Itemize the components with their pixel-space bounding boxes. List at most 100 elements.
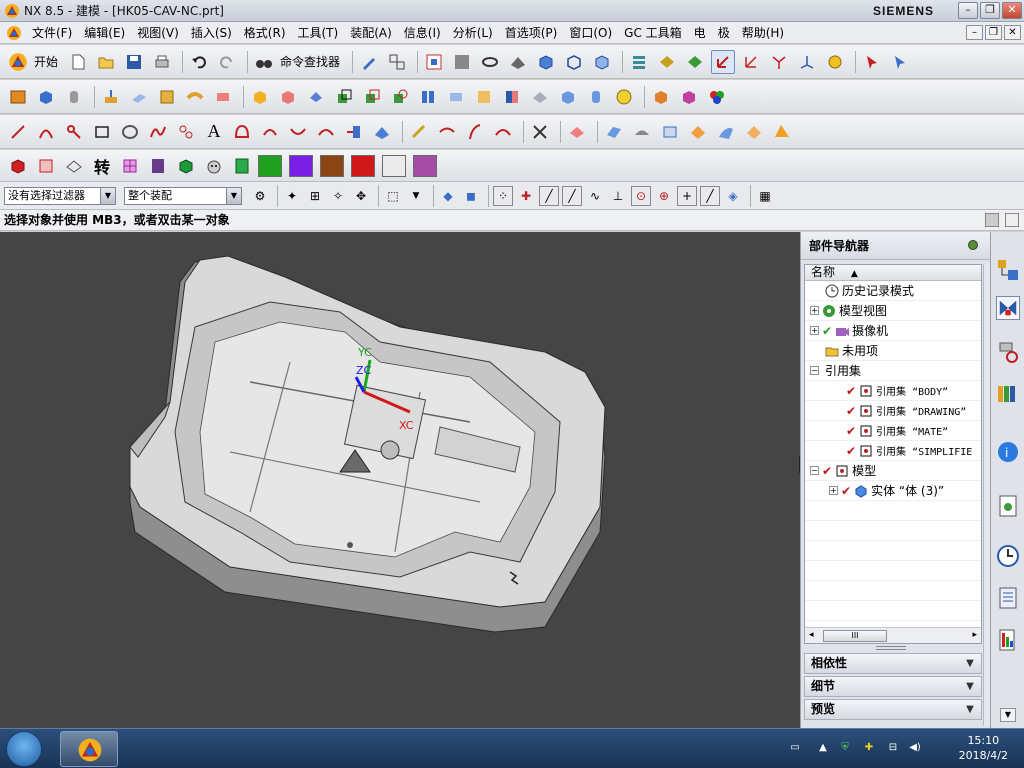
chevron-down-icon[interactable]: ▼ [963,680,977,693]
doc-close-button[interactable]: ✕ [1004,25,1021,40]
text-icon[interactable]: A [202,120,226,144]
select-intent-icon[interactable]: ⊞ [305,186,325,206]
ruled-icon[interactable] [630,120,654,144]
show-hide-icon[interactable] [62,154,86,178]
select-dropdown-icon[interactable]: ▼ [406,186,426,206]
fit-view-icon[interactable] [422,50,446,74]
convert-icon[interactable]: 转 [90,154,114,178]
feature-select-icon[interactable]: ✦ [282,186,302,206]
draft-icon[interactable] [304,85,328,109]
roles-icon[interactable] [996,628,1020,652]
block-icon[interactable] [34,85,58,109]
book-icon[interactable] [6,85,30,109]
shell-icon[interactable] [276,85,300,109]
associative-curve-icon[interactable] [407,120,431,144]
snap-center-icon[interactable]: ⊙ [631,185,651,206]
dependencies-panel[interactable]: 相依性 ▼ [804,653,982,674]
taskbar-nx-app[interactable] [60,731,118,767]
intersect-icon[interactable] [388,85,412,109]
menu-electrode[interactable]: 电 [688,24,712,41]
color-swatch-purple[interactable] [289,154,313,177]
process-studio-icon[interactable] [996,586,1020,610]
pencil-edit-icon[interactable] [357,50,381,74]
bounded-plane-icon[interactable] [658,120,682,144]
menu-help[interactable]: 帮助(H) [736,24,790,41]
horizontal-scrollbar[interactable]: ◂ III ▸ [805,627,981,643]
save-icon[interactable] [122,50,146,74]
tree-row-solid-body[interactable]: + ✔ 实体 “体 (3)” [805,481,981,501]
tree-row-model[interactable]: − ✔ 模型 [805,461,981,481]
menu-file[interactable]: 文件(F) [26,24,78,41]
remove-params-icon[interactable] [677,85,701,109]
project-curve-icon[interactable] [342,120,366,144]
red-cube-icon[interactable] [6,154,30,178]
snap-tangent-icon[interactable]: ∿ [585,186,605,206]
swept-icon[interactable] [714,120,738,144]
mascot-icon[interactable] [202,154,226,178]
replace-face-icon[interactable] [500,85,524,109]
patch-icon[interactable] [472,85,496,109]
spreadsheet-icon[interactable]: ▦ [755,186,775,206]
menu-analysis[interactable]: 分析(L) [447,24,499,41]
offset-curve-icon[interactable] [258,120,282,144]
menu-assembly[interactable]: 装配(A) [344,24,398,41]
binoculars-icon[interactable] [252,50,276,74]
network-icon[interactable]: ⊟ [886,742,900,756]
snap-mid-point-icon[interactable]: ╱ [539,185,559,206]
through-curves-icon[interactable] [602,120,626,144]
snap-face-icon[interactable]: ◈ [723,186,743,206]
type-filter-dropdown[interactable]: 没有选择过滤器 ▼ [4,186,116,205]
bridge-curve-icon[interactable] [286,120,310,144]
tree-row-unused-items[interactable]: 未用项 [805,341,981,361]
select-body-icon[interactable]: ◆ [438,186,458,206]
gradient-icon[interactable] [146,154,170,178]
curve-length-icon[interactable] [491,120,515,144]
select-face-icon[interactable] [888,50,912,74]
selection-scope-dropdown[interactable]: 整个装配 ▼ [124,186,242,205]
menu-gc-toolkit[interactable]: GC 工具箱 [618,24,688,41]
edit-object-display-icon[interactable] [34,154,58,178]
open-folder-icon[interactable] [94,50,118,74]
print-icon[interactable] [150,50,174,74]
start-menu-icon[interactable] [6,50,30,74]
rotate-view-icon[interactable] [478,50,502,74]
tree-row-reference-sets[interactable]: − 引用集 [805,361,981,381]
select-face-icon[interactable]: ◼ [461,186,481,206]
layout-icon[interactable] [385,50,409,74]
layer-settings-icon[interactable] [627,50,651,74]
general-select-icon[interactable]: ⚙ [250,186,270,206]
part-navigator-icon[interactable] [996,340,1020,364]
wcs-dynamic-icon[interactable] [739,50,763,74]
column-header-name[interactable]: 名称 ▲ [805,265,981,281]
snap-end-point-icon[interactable]: ⁘ [493,185,513,206]
checkmark-icon[interactable]: ✔ [846,444,856,458]
menu-preferences[interactable]: 首选项(P) [499,24,564,41]
web-browser-icon[interactable]: i [996,440,1020,464]
panel-toggle-icon[interactable] [985,213,999,227]
history-icon[interactable] [996,494,1020,518]
vertical-scrollbar[interactable] [983,264,990,726]
doc-restore-button[interactable]: ❐ [985,25,1002,40]
join-curve-icon[interactable] [314,120,338,144]
wcs-origin-icon[interactable] [767,50,791,74]
extension-icon[interactable] [770,120,794,144]
resbar-scroll-down[interactable]: ▼ [1000,708,1016,722]
sew-icon[interactable] [686,120,710,144]
snap-intersection-icon[interactable]: ⊥ [608,186,628,206]
menu-window[interactable]: 窗口(O) [563,24,618,41]
scroll-right-icon[interactable]: ▸ [972,630,977,640]
calculator-icon[interactable] [230,154,254,178]
color-box-icon[interactable] [649,85,673,109]
surface-icon[interactable] [565,120,589,144]
select-feature-icon[interactable] [860,50,884,74]
system-materials-icon[interactable] [996,544,1020,568]
color-swatch-red[interactable] [351,154,375,177]
cube-blue-icon[interactable] [556,85,580,109]
doc-minimize-button[interactable]: – [966,25,983,40]
copy-layer-icon[interactable] [683,50,707,74]
move-face-icon[interactable] [528,85,552,109]
menu-insert[interactable]: 插入(S) [185,24,238,41]
tree-row-history-mode[interactable]: 历史记录模式 [805,281,981,301]
keyboard-icon[interactable]: ▭ [788,742,802,756]
color-swatch-brown[interactable] [320,154,344,177]
